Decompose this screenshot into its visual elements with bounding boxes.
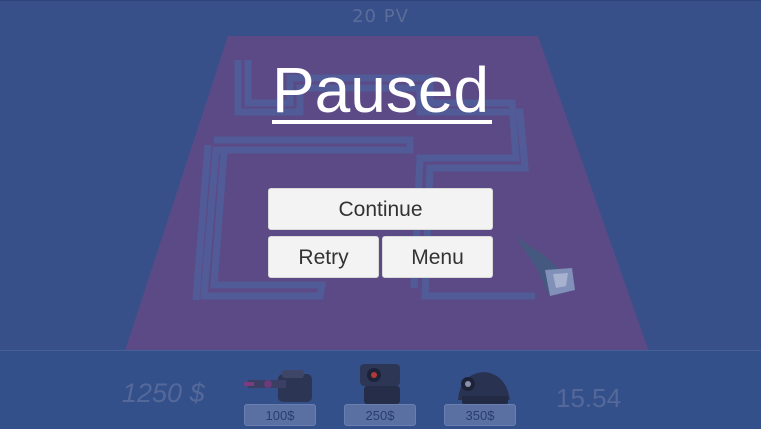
tower-shop-item-mortar[interactable]: 350$ [440,362,520,428]
price-button[interactable]: 250$ [344,404,416,426]
price-button[interactable]: 100$ [244,404,316,426]
retry-button[interactable]: Retry [268,236,379,278]
mortar-tower-icon [458,372,510,404]
menu-button[interactable]: Menu [382,236,493,278]
wave-timer: 15.54 [556,383,622,413]
continue-button[interactable]: Continue [268,188,493,230]
title-underline [272,120,492,124]
tower-shop-item-laser[interactable]: 100$ [240,362,320,428]
money-counter: 1250 $ [122,378,205,408]
tower-shop-item-cannon[interactable]: 250$ [340,362,420,428]
pause-title: Paused [271,54,490,126]
laser-tower-icon [244,370,312,402]
cannon-tower-icon [360,364,400,404]
price-button[interactable]: 350$ [444,404,516,426]
health-points-label: 20 PV [352,6,409,27]
